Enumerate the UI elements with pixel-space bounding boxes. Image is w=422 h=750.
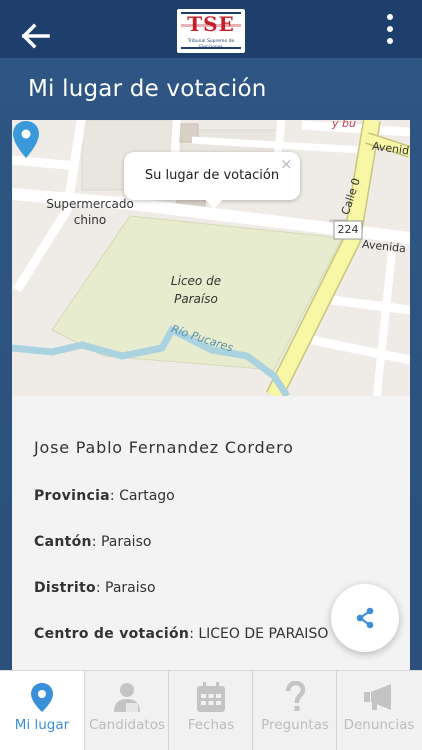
question-icon [285, 681, 306, 711]
map-label-market: Supermercado chino [46, 197, 134, 227]
page-title: Mi lugar de votación [28, 76, 267, 102]
voting-place-popup[interactable]: Su lugar de votación × [124, 152, 300, 209]
tab-denuncias[interactable]: Denuncias [336, 671, 420, 750]
popup-text: Su lugar de votación [144, 168, 280, 183]
more-vertical-icon [387, 14, 393, 20]
tab-fechas[interactable]: Fechas [168, 671, 252, 750]
logo-subtitle: Tribunal Supremo de Elecciones [187, 39, 235, 50]
bottom-tab-bar: Mi lugar Candidatos Fechas Preguntas Den… [0, 670, 422, 750]
tse-logo: TSE Tribunal Supremo de Elecciones [177, 9, 245, 53]
tab-mi-lugar[interactable]: Mi lugar [0, 671, 84, 750]
map-view[interactable]: Supermercado chino Liceo de Paraíso Río … [12, 120, 410, 396]
map-label-corner: y bu [332, 120, 356, 130]
detail-centro: Centro de votación: LICEO DE PARAISO [34, 626, 329, 642]
share-icon [356, 607, 374, 629]
map-pin-icon[interactable] [12, 120, 40, 160]
close-icon[interactable]: × [280, 156, 293, 172]
share-button[interactable] [331, 584, 399, 652]
map-pin-icon [31, 683, 53, 712]
detail-provincia: Provincia: Cartago [34, 488, 175, 504]
detail-distrito: Distrito: Paraiso [34, 580, 156, 596]
top-app-bar: TSE Tribunal Supremo de Elecciones [0, 0, 422, 58]
calendar-icon [197, 682, 225, 712]
map-label-route: 224 [337, 223, 359, 236]
voter-name: Jose Pablo Fernandez Cordero [34, 438, 294, 457]
megaphone-icon [364, 684, 391, 710]
overflow-menu-button[interactable] [380, 12, 400, 48]
arrow-left-icon [21, 23, 50, 49]
tab-candidatos[interactable]: Candidatos [84, 671, 168, 750]
map-label-school: Liceo de Paraíso [170, 274, 222, 306]
tab-preguntas[interactable]: Preguntas [252, 671, 336, 750]
candidate-icon [114, 683, 140, 712]
detail-canton: Cantón: Paraiso [34, 534, 152, 550]
back-button[interactable] [18, 18, 54, 54]
